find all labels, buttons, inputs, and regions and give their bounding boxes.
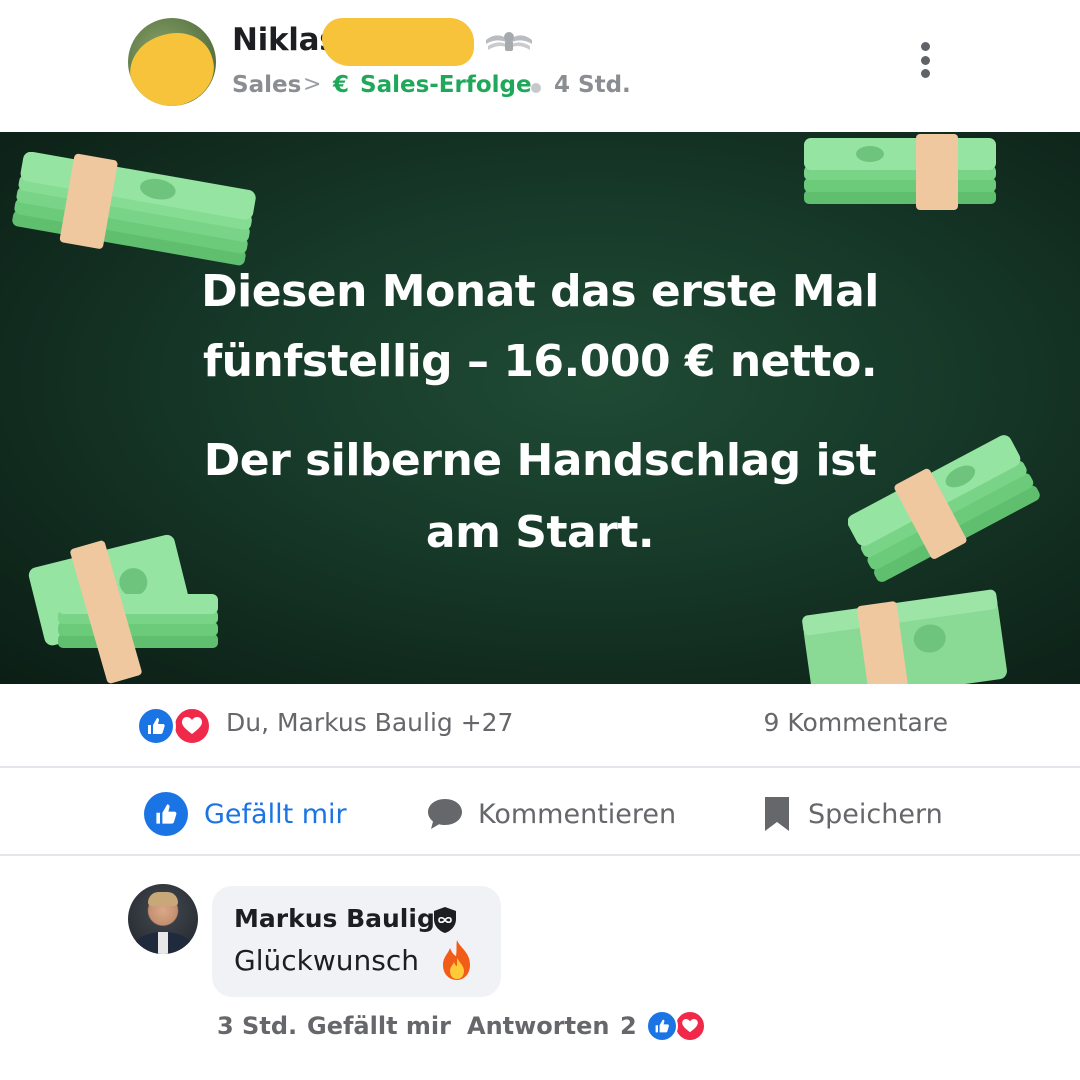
post-image[interactable]: Diesen Monat das erste Mal fünfstellig –… [0, 132, 1080, 684]
chevron-right-icon: > [303, 72, 322, 97]
banner-line-4: am Start. [425, 507, 655, 558]
thumbs-up-icon [144, 792, 188, 836]
more-vertical-icon [920, 42, 930, 51]
banner-line-1: Diesen Monat das erste Mal [201, 266, 879, 317]
wings-badge-icon [486, 32, 532, 51]
more-options-button[interactable] [906, 38, 944, 82]
love-reaction-icon[interactable] [172, 706, 212, 746]
like-reaction-icon[interactable] [136, 706, 176, 746]
commenter-avatar[interactable] [128, 884, 198, 954]
banner-headline: Diesen Monat das erste Mal fünfstellig –… [0, 257, 1080, 397]
reactors-list[interactable]: Du, Markus Baulig +27 [226, 708, 513, 737]
comment-button-label: Kommentieren [478, 798, 677, 830]
comment-section: Markus Baulig Glückwunsch 3 Std. Gefällt… [0, 858, 1080, 1080]
save-button-label: Speichern [808, 798, 943, 830]
breadcrumb-category[interactable]: Sales [232, 72, 301, 98]
comment-text: Glückwunsch [234, 944, 419, 977]
fire-emoji-icon [443, 940, 470, 980]
comments-count-link[interactable]: 9 Kommentare [764, 708, 948, 737]
comment-bubble: Markus Baulig Glückwunsch [212, 886, 501, 997]
author-avatar[interactable] [128, 18, 216, 106]
infinity-shield-badge-icon [434, 907, 456, 933]
banner-line-2: fünfstellig – 16.000 € netto. [202, 336, 878, 387]
money-stack-icon [802, 589, 1007, 684]
avatar-redaction [128, 22, 216, 106]
banner-subline: Der silberne Handschlag ist am Start. [0, 425, 1080, 569]
comment-button[interactable]: Kommentieren [426, 792, 676, 836]
speech-bubble-icon [428, 799, 462, 829]
money-stack-icon [804, 134, 996, 210]
action-bar: Gefällt mir Kommentieren Speichern [0, 770, 1080, 856]
breadcrumb-group[interactable]: Sales-Erfolge [360, 72, 532, 98]
euro-icon: € [333, 72, 350, 98]
comment-timestamp: 3 Std. [217, 1012, 298, 1040]
post-header: Niklas Sales > € Sales-Erfolge 4 Std. [0, 0, 1080, 132]
save-button[interactable]: Speichern [762, 792, 943, 836]
separator-dot [531, 83, 541, 93]
like-button[interactable]: Gefällt mir [144, 792, 347, 836]
like-button-label: Gefällt mir [204, 798, 347, 830]
bookmark-icon [765, 797, 789, 831]
name-redaction [322, 18, 474, 66]
banner-line-3: Der silberne Handschlag ist [203, 435, 877, 486]
comment-like-link[interactable]: Gefällt mir [307, 1012, 451, 1040]
comment-reply-link[interactable]: Antworten [467, 1012, 609, 1040]
post-timestamp: 4 Std. [554, 72, 631, 98]
reactions-summary: Du, Markus Baulig +27 9 Kommentare [0, 684, 1080, 768]
comment-reaction-count[interactable]: 2 [620, 1012, 637, 1040]
like-reaction-icon[interactable] [646, 1010, 678, 1042]
commenter-name[interactable]: Markus Baulig [234, 904, 435, 933]
love-reaction-icon[interactable] [674, 1010, 706, 1042]
